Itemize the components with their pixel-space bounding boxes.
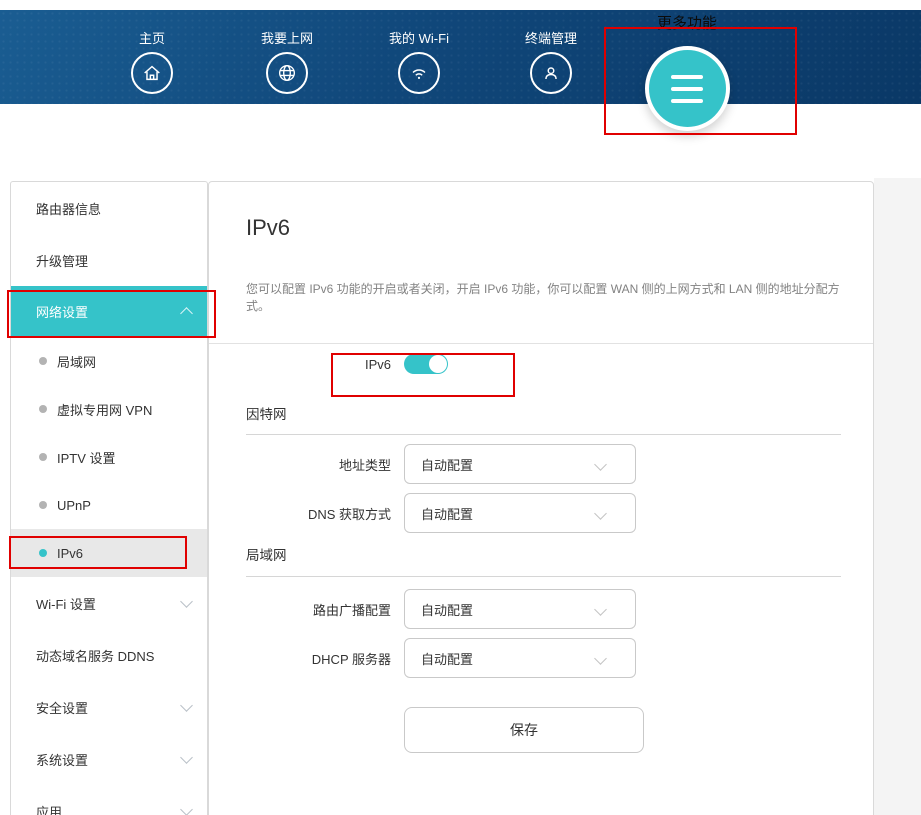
chevron-down-icon <box>594 458 607 471</box>
select-value: 自动配置 <box>421 600 473 619</box>
save-button[interactable]: 保存 <box>404 707 644 753</box>
sidebar-item-label: 局域网 <box>57 352 96 371</box>
address-type-select[interactable]: 自动配置 <box>404 444 636 484</box>
sidebar-item-label: 应用 <box>36 802 62 815</box>
field-label: DNS 获取方式 <box>246 504 391 523</box>
router-admin-page: 主页 我要上网 我的 Wi-Fi <box>0 0 921 815</box>
nav-item-devices[interactable]: 终端管理 <box>491 10 611 94</box>
panel-header: IPv6 您可以配置 IPv6 功能的开启或者关闭，开启 IPv6 功能，你可以… <box>209 182 873 344</box>
user-icon <box>530 52 572 94</box>
bullet-icon <box>39 453 47 461</box>
chevron-down-icon <box>594 652 607 665</box>
sidebar-item-wifi-settings[interactable]: Wi-Fi 设置 <box>11 577 207 629</box>
dhcp-server-select[interactable]: 自动配置 <box>404 638 636 678</box>
sidebar-item-label: Wi-Fi 设置 <box>36 594 96 613</box>
menu-icon[interactable] <box>645 46 730 131</box>
sidebar-item-label: UPnP <box>57 498 91 513</box>
field-label: 地址类型 <box>246 455 391 474</box>
section-divider <box>246 576 841 577</box>
sidebar-item-label: 路由器信息 <box>36 199 101 218</box>
chevron-up-icon <box>180 307 193 320</box>
sidebar-item-ipv6[interactable]: IPv6 <box>11 529 207 577</box>
bullet-icon <box>39 357 47 365</box>
ipv6-toggle-label: IPv6 <box>246 357 391 372</box>
sidebar-item-label: 虚拟专用网 VPN <box>57 400 152 419</box>
nav-item-my-wifi[interactable]: 我的 Wi-Fi <box>359 10 479 94</box>
chevron-down-icon <box>180 595 193 608</box>
sidebar-item-label: IPTV 设置 <box>57 448 116 467</box>
toggle-knob <box>429 355 447 373</box>
sidebar-item-security[interactable]: 安全设置 <box>11 681 207 733</box>
section-divider <box>246 434 841 435</box>
page-description: 您可以配置 IPv6 功能的开启或者关闭，开启 IPv6 功能，你可以配置 WA… <box>246 281 846 315</box>
nav-label-more-functions: 更多功能 <box>657 12 717 32</box>
bullet-icon <box>39 501 47 509</box>
home-icon <box>131 52 173 94</box>
wifi-icon <box>398 52 440 94</box>
select-value: 自动配置 <box>421 504 473 523</box>
bullet-icon <box>39 405 47 413</box>
chevron-down-icon <box>180 751 193 764</box>
nav-label-home: 主页 <box>139 28 165 46</box>
ipv6-toggle-row: IPv6 <box>246 344 448 384</box>
field-label: 路由广播配置 <box>246 600 391 619</box>
sidebar-item-label: 动态域名服务 DDNS <box>36 646 154 665</box>
sidebar-item-label: 安全设置 <box>36 698 88 717</box>
sidebar-item-lan[interactable]: 局域网 <box>11 337 207 385</box>
section-title-lan: 局域网 <box>246 544 287 564</box>
nav-item-internet[interactable]: 我要上网 <box>227 10 347 94</box>
sidebar-item-label: 系统设置 <box>36 750 88 769</box>
sidebar-item-vpn[interactable]: 虚拟专用网 VPN <box>11 385 207 433</box>
section-title-internet: 因特网 <box>246 403 287 423</box>
ipv6-toggle[interactable] <box>404 354 448 374</box>
page-title: IPv6 <box>246 215 290 241</box>
router-advert-select[interactable]: 自动配置 <box>404 589 636 629</box>
field-label: DHCP 服务器 <box>246 649 391 668</box>
sidebar-item-upnp[interactable]: UPnP <box>11 481 207 529</box>
globe-icon <box>266 52 308 94</box>
nav-item-more-functions[interactable]: 更多功能 <box>627 0 747 131</box>
sidebar-item-label: 网络设置 <box>36 302 88 321</box>
sidebar-item-iptv[interactable]: IPTV 设置 <box>11 433 207 481</box>
select-value: 自动配置 <box>421 455 473 474</box>
select-value: 自动配置 <box>421 649 473 668</box>
form-row-router-advert: 路由广播配置 自动配置 <box>246 589 636 629</box>
page-gutter <box>874 178 921 815</box>
sidebar-item-ddns[interactable]: 动态域名服务 DDNS <box>11 629 207 681</box>
chevron-down-icon <box>180 803 193 815</box>
bullet-icon <box>39 549 47 557</box>
settings-sidebar: 路由器信息 升级管理 网络设置 局域网 虚拟专用网 VPN IPTV 设置 UP… <box>10 181 208 815</box>
sidebar-item-apps[interactable]: 应用 <box>11 785 207 815</box>
chevron-down-icon <box>594 507 607 520</box>
sidebar-item-upgrade[interactable]: 升级管理 <box>11 234 207 286</box>
sidebar-item-network-settings[interactable]: 网络设置 <box>11 286 207 337</box>
sidebar-item-label: 升级管理 <box>36 251 88 270</box>
form-row-dns-mode: DNS 获取方式 自动配置 <box>246 493 636 533</box>
form-row-dhcp-server: DHCP 服务器 自动配置 <box>246 638 636 678</box>
nav-label-my-wifi: 我的 Wi-Fi <box>389 28 449 46</box>
top-nav-banner: 主页 我要上网 我的 Wi-Fi <box>0 10 921 104</box>
nav-item-home[interactable]: 主页 <box>92 10 212 94</box>
nav-label-internet: 我要上网 <box>261 28 313 46</box>
form-row-address-type: 地址类型 自动配置 <box>246 444 636 484</box>
sidebar-item-system[interactable]: 系统设置 <box>11 733 207 785</box>
nav-label-devices: 终端管理 <box>525 28 577 46</box>
sidebar-item-router-info[interactable]: 路由器信息 <box>11 182 207 234</box>
sidebar-item-label: IPv6 <box>57 546 83 561</box>
dns-mode-select[interactable]: 自动配置 <box>404 493 636 533</box>
chevron-down-icon <box>594 603 607 616</box>
chevron-down-icon <box>180 699 193 712</box>
ipv6-settings-panel: IPv6 您可以配置 IPv6 功能的开启或者关闭，开启 IPv6 功能，你可以… <box>208 181 874 815</box>
